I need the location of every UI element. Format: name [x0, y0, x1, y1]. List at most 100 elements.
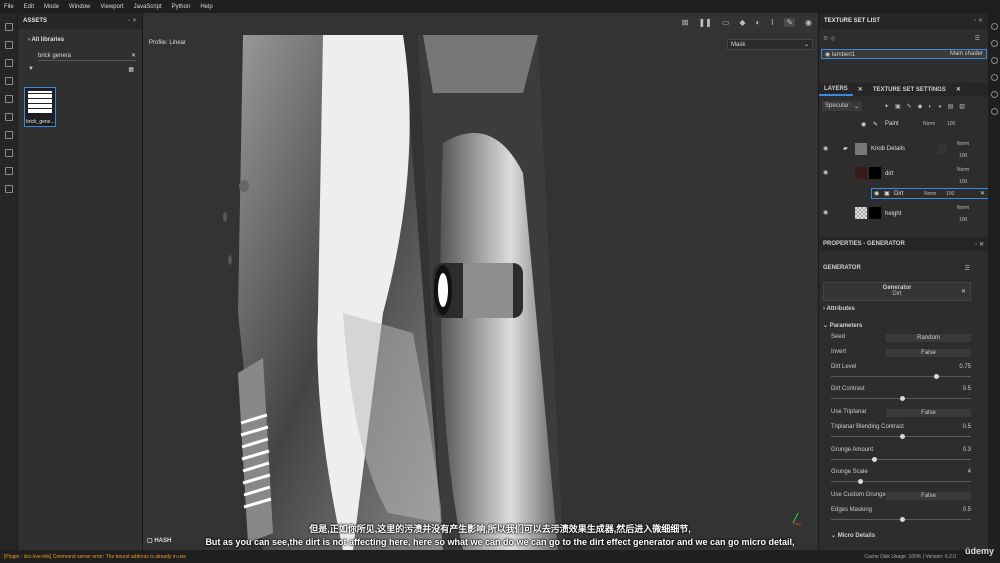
slider-knob[interactable]: [900, 434, 905, 439]
layer-row-height[interactable]: ◉ height Norm 100: [819, 205, 989, 229]
close-icon[interactable]: ✕: [961, 288, 966, 295]
effect-blend[interactable]: Norm: [924, 191, 936, 197]
menu-javascript[interactable]: JavaScript: [134, 4, 162, 10]
panel-close-icon[interactable]: ▫ ✕: [974, 17, 983, 24]
panel-close-icon[interactable]: ▫ ✕: [975, 241, 984, 248]
layer-row-dirt-fill[interactable]: ◉ dirt Norm 100: [819, 167, 989, 187]
panel-float-icon[interactable]: ▫ ✕: [128, 17, 137, 24]
layer-blend[interactable]: Norm: [923, 121, 935, 127]
projection-icon[interactable]: [4, 59, 13, 67]
parameters-section[interactable]: ⌄ Parameters: [823, 322, 862, 329]
channel-select[interactable]: Specular ⌄: [822, 101, 862, 111]
close-icon[interactable]: ✕: [980, 190, 985, 197]
log-panel-icon[interactable]: [990, 108, 998, 115]
layer-opacity[interactable]: 100: [959, 217, 967, 223]
menu-help[interactable]: Help: [200, 4, 212, 10]
eye-icon[interactable]: ◉: [861, 121, 866, 128]
display-mode-select[interactable]: Mask ⌄: [727, 39, 813, 50]
effect-row-dirt-generator[interactable]: ◉ ▣ Dirt Norm 100 ✕: [871, 188, 989, 199]
properties-panel-icon[interactable]: [990, 40, 998, 47]
smudge-icon[interactable]: [4, 95, 13, 103]
effect-opacity[interactable]: 100: [946, 191, 954, 197]
export-icon[interactable]: [4, 149, 13, 157]
param-value[interactable]: 0.75: [959, 364, 971, 370]
close-icon[interactable]: ✕: [853, 86, 868, 93]
edges-masking-slider[interactable]: [831, 517, 971, 522]
object-icon[interactable]: ◆: [739, 18, 745, 27]
grunge-scale-slider[interactable]: [831, 479, 971, 484]
texture-set-list-title: TEXTURE SET LIST ▫ ✕: [819, 13, 988, 29]
bake-icon[interactable]: [4, 167, 13, 175]
layer-opacity[interactable]: 100: [947, 121, 955, 127]
param-invert: Invert False: [831, 349, 971, 357]
custom-grunge-toggle[interactable]: False: [886, 492, 971, 500]
eraser-icon[interactable]: [4, 41, 13, 49]
clear-search-icon[interactable]: ✕: [131, 52, 136, 59]
library-selector[interactable]: › All libraries: [18, 29, 142, 43]
generator-resource[interactable]: Generator Dirt ✕: [823, 282, 971, 301]
triplanar-blending-slider[interactable]: [831, 434, 971, 439]
layer-opacity[interactable]: 100: [959, 179, 967, 185]
menu-edit[interactable]: Edit: [24, 4, 34, 10]
menu-mode[interactable]: Mode: [44, 4, 59, 10]
layers-icon[interactable]: [4, 185, 13, 193]
menu-icon[interactable]: ☰: [965, 265, 970, 272]
layer-blend[interactable]: Norm: [957, 167, 969, 173]
close-icon[interactable]: ✕: [951, 86, 966, 93]
seed-random-button[interactable]: Random: [886, 334, 971, 342]
dirt-contrast-slider[interactable]: [831, 396, 971, 401]
history-panel-icon[interactable]: [990, 57, 998, 64]
viewport-3d[interactable]: ⊠ ❚❚ ▭ ◆ ◐ ⌇ ✎ ◉ Profile: Linear Mask ⌄ ▢…: [143, 13, 818, 550]
selection-icon[interactable]: ▭: [722, 18, 730, 27]
eye-icon[interactable]: ◉: [823, 145, 828, 152]
menu-file[interactable]: File: [4, 4, 14, 10]
slider-knob[interactable]: [872, 457, 877, 462]
tab-texture-set-settings[interactable]: TEXTURE SET SETTINGS: [868, 87, 951, 93]
search-input[interactable]: brick genera ✕: [38, 51, 136, 61]
slider-knob[interactable]: [858, 479, 863, 484]
eye-icon[interactable]: ◉: [825, 52, 830, 58]
layer-opacity[interactable]: 100: [959, 153, 967, 159]
eye-icon[interactable]: ◉: [823, 169, 828, 176]
eye-icon[interactable]: ◉: [823, 209, 828, 216]
param-value[interactable]: 0.5: [963, 507, 971, 513]
dirt-level-slider[interactable]: [831, 374, 971, 379]
layer-blend[interactable]: Norm: [957, 141, 969, 147]
fill-icon[interactable]: ◐: [756, 18, 761, 27]
shader-settings-icon[interactable]: [990, 91, 998, 98]
clone-icon[interactable]: [4, 113, 13, 121]
tab-layers[interactable]: LAYERS: [819, 83, 853, 96]
menu-python[interactable]: Python: [172, 4, 191, 10]
param-value[interactable]: 0.5: [963, 386, 971, 392]
shader-name[interactable]: Main shader: [950, 51, 983, 57]
invert-toggle[interactable]: False: [886, 349, 971, 357]
menu-window[interactable]: Window: [69, 4, 90, 10]
param-value[interactable]: 0.5: [963, 424, 971, 430]
triplanar-toggle[interactable]: False: [886, 409, 971, 417]
layer-row-knob-details[interactable]: ◉ ▰ Knob Details Norm 100: [819, 141, 989, 165]
smudge-tool-icon[interactable]: ⌇: [770, 18, 774, 27]
texture-set-item[interactable]: ◉ lambert1 Main shader: [821, 49, 987, 59]
grunge-amount-slider[interactable]: [831, 457, 971, 462]
attributes-section[interactable]: › Attributes: [823, 306, 855, 312]
param-value[interactable]: 4: [968, 469, 971, 475]
layer-blend[interactable]: Norm: [957, 205, 969, 211]
param-value[interactable]: 0.3: [963, 447, 971, 453]
display-settings-icon[interactable]: [990, 74, 998, 81]
layers-panel-icon[interactable]: [990, 23, 998, 30]
filter-icon[interactable]: ▼: [28, 66, 34, 73]
camera-icon[interactable]: ⊠: [682, 18, 689, 27]
grid-view-icon[interactable]: ▦: [128, 66, 134, 73]
pause-icon[interactable]: ❚❚: [698, 18, 711, 27]
slider-knob[interactable]: [900, 396, 905, 401]
menu-viewport[interactable]: Viewport: [100, 4, 123, 10]
asset-thumbnail[interactable]: brick_gene...: [24, 87, 56, 127]
picker-icon[interactable]: [4, 131, 13, 139]
brush-tool-icon[interactable]: ✎: [784, 17, 796, 27]
paint-brush-icon[interactable]: [4, 23, 13, 31]
slider-knob[interactable]: [934, 374, 939, 379]
eye-icon[interactable]: ◉: [874, 190, 879, 197]
layer-actions[interactable]: ✦▣✎◆◐◕▤▥: [884, 103, 971, 110]
polygon-fill-icon[interactable]: [4, 77, 13, 85]
screenshot-icon[interactable]: ◉: [805, 18, 812, 27]
